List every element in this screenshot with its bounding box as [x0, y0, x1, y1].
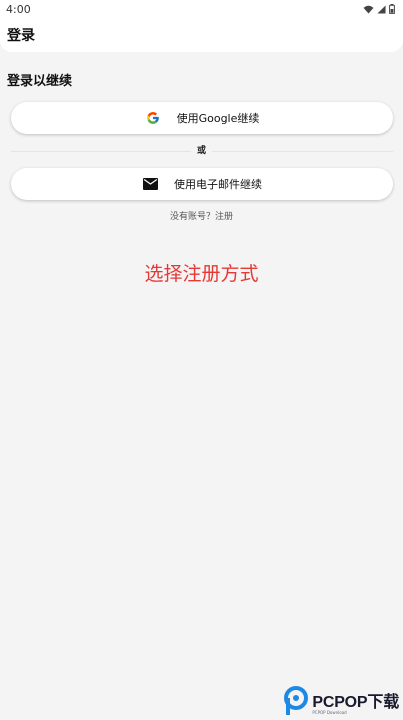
status-icons: [363, 4, 395, 14]
signup-link[interactable]: 没有账号？注册: [0, 209, 403, 222]
email-continue-label: 使用电子邮件继续: [174, 178, 262, 191]
signal-icon: [377, 4, 386, 14]
pcpop-logo-icon: [284, 686, 309, 715]
google-icon: [145, 110, 161, 126]
watermark: PCPOP下载 PCPOP Download: [283, 686, 399, 716]
google-continue-label: 使用Google继续: [176, 112, 260, 125]
google-continue-button[interactable]: 使用Google继续: [11, 102, 393, 134]
login-subtitle: 登录以继续: [7, 74, 73, 89]
app-bar: 登录: [0, 18, 403, 52]
status-bar: 4:00: [0, 0, 403, 18]
wifi-icon: [363, 5, 374, 14]
email-continue-button[interactable]: 使用电子邮件继续: [11, 168, 393, 200]
divider-or-label: 或: [190, 146, 212, 156]
watermark-brand: PCPOP下载: [312, 693, 399, 711]
divider-or: 或: [0, 143, 403, 156]
page-title: 登录: [7, 28, 35, 44]
battery-icon: [389, 4, 395, 14]
signup-method-caption: 选择注册方式: [144, 263, 259, 285]
mail-icon: [142, 176, 158, 192]
status-time: 4:00: [6, 2, 31, 16]
